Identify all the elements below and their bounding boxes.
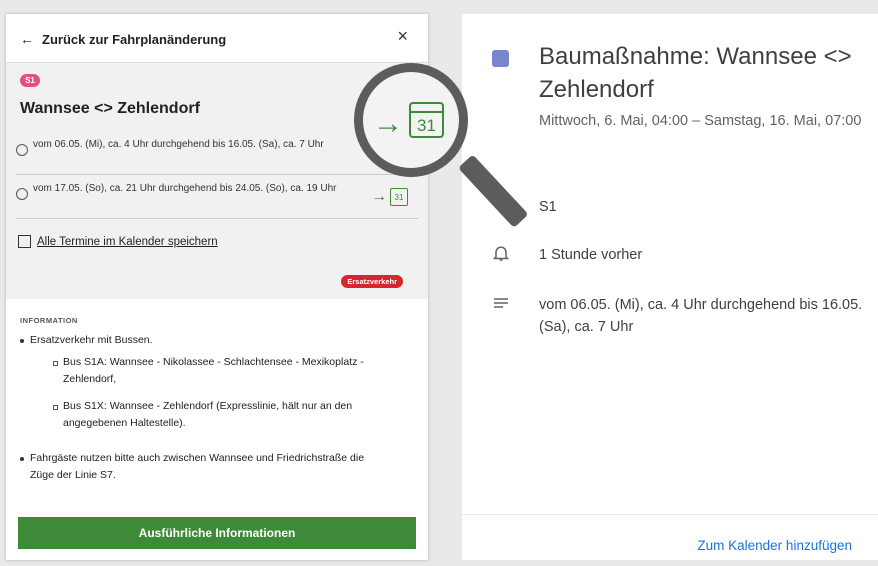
info-heading: INFORMATION [20,316,78,325]
divider [16,218,418,219]
calendar-icon: 31 [390,188,408,206]
back-link[interactable]: ← Zurück zur Fahrplanänderung [20,31,226,47]
clock-icon [16,144,28,156]
bullet [20,457,24,461]
event-location: S1 [539,199,557,215]
time-text: vom 17.05. (So), ca. 21 Uhr durchgehend … [33,183,337,194]
time-text: vom 06.05. (Mi), ca. 4 Uhr durchgehend b… [33,139,324,150]
close-icon[interactable]: × [397,26,408,47]
clock-icon [16,188,28,200]
add-to-calendar-button[interactable]: Zum Kalender hinzufügen [697,538,852,553]
calendar-event-panel: Baumaßnahme: Wannsee <> Zehlendorf Mittw… [462,14,878,560]
event-title: Baumaßnahme: Wannsee <> Zehlendorf [539,43,852,103]
list-item-text: Bus S1X: Wannsee - Zehlendorf (Expressli… [63,400,353,429]
divider [462,514,878,515]
details-button[interactable]: Ausführliche Informationen [18,517,416,549]
event-date: Mittwoch, 6. Mai, 04:00 – Samstag, 16. M… [539,113,862,129]
bullet [53,405,58,410]
event-color-square [492,50,509,67]
save-all-link[interactable]: Alle Termine im Kalender speichern [18,235,218,248]
bullet [53,361,58,366]
calendar-icon [18,235,31,248]
line-badge: S1 [20,74,40,87]
panel-header: ← Zurück zur Fahrplanänderung × [6,14,428,63]
bell-icon [492,244,510,262]
back-label: Zurück zur Fahrplanänderung [42,31,227,47]
list-item-text: Ersatzverkehr mit Bussen. [30,334,153,346]
bullet [20,339,24,343]
arrow-right-icon: → [371,188,387,205]
back-arrow-icon: ← [20,31,34,47]
route-title: Wannsee <> Zehlendorf [20,100,200,117]
event-description: vom 06.05. (Mi), ca. 4 Uhr durchgehend b… [539,297,863,335]
magnifier-icon: → 31 [354,63,468,177]
list-item-text: Bus S1A: Wannsee - Nikolassee - Schlacht… [63,356,364,385]
add-to-calendar-icon-button[interactable]: → 31 [371,188,408,206]
event-reminder: 1 Stunde vorher [539,247,643,263]
list-item-text: Fahrgäste nutzen bitte auch zwischen Wan… [30,452,365,481]
divider [16,174,418,175]
description-icon [492,294,510,312]
replacement-tag: Ersatzverkehr [341,275,403,288]
save-all-label: Alle Termine im Kalender speichern [37,235,218,248]
calendar-icon: 31 [409,102,444,138]
arrow-right-icon: → [373,107,403,140]
